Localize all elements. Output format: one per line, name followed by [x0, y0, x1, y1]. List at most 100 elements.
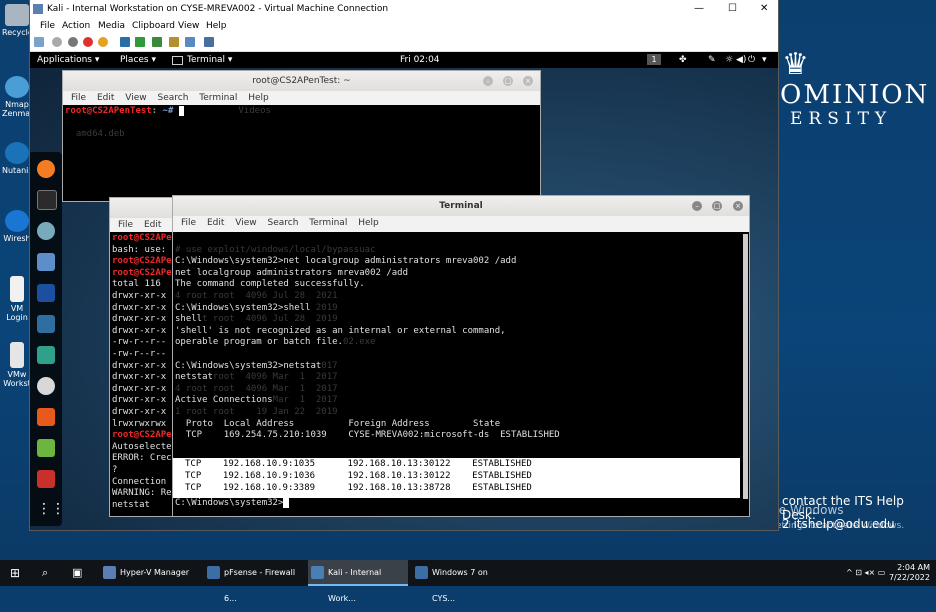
search-icon[interactable]: ⌕ [42, 560, 48, 586]
eye-icon[interactable] [37, 222, 55, 240]
menu-view[interactable]: View [235, 218, 256, 228]
maximize-button[interactable]: ☐ [728, 0, 737, 18]
workspace-indicator[interactable]: 1 [647, 54, 661, 65]
menu-help[interactable]: Help [206, 18, 227, 34]
close-button[interactable]: ✕ [760, 0, 768, 18]
shutdown-icon[interactable] [83, 37, 93, 47]
desktop-icon-nmap[interactable]: Nmap Zenmap [2, 76, 35, 118]
places-menu[interactable]: Places ▾ [120, 52, 156, 68]
menu-edit[interactable]: Edit [207, 218, 224, 228]
enhanced-session-icon[interactable] [204, 37, 214, 47]
terminal-menubar: File Edit View Search Terminal Help [63, 91, 540, 105]
terminal-window-front[interactable]: Terminal – □ × File Edit View Search Ter… [172, 195, 750, 517]
menu-file[interactable]: File [118, 220, 133, 230]
clock[interactable]: Fri 02:04 [400, 52, 440, 68]
maximize-icon[interactable]: □ [712, 201, 722, 211]
terminal-menubar: File Edit View Search Terminal Help [173, 216, 749, 230]
people-icon[interactable]: ✤ [679, 52, 687, 68]
scrollbar[interactable] [743, 234, 748, 499]
menu-search[interactable]: Search [157, 93, 188, 103]
terminal-window-back[interactable]: root@CS2APenTest: ~ – □ × File Edit View… [62, 70, 541, 202]
terminal-line: root@CS2APe [112, 233, 172, 245]
vm-titlebar[interactable]: Kali - Internal Workstation on CYSE-MREV… [30, 0, 778, 18]
taskbar-app-pfsense[interactable]: pFsense - Firewall 6... [204, 560, 304, 603]
turn-off-icon[interactable] [68, 37, 78, 47]
menu-file[interactable]: File [71, 93, 86, 103]
menu-view[interactable]: View [178, 18, 199, 34]
minimize-icon[interactable]: – [692, 201, 702, 211]
desktop-icon-vm-login[interactable]: VM Login [2, 276, 32, 322]
desktop-icon-vmware[interactable]: VMw Workst [2, 342, 32, 388]
terminal-output[interactable]: root@CS2APenTest: ~# Videos amd64.deb [63, 105, 540, 201]
menu-action[interactable]: Action [62, 18, 90, 34]
start-icon[interactable] [52, 37, 62, 47]
menu-media[interactable]: Media [98, 18, 125, 34]
folder-icon[interactable] [37, 253, 55, 271]
terminal-app-menu[interactable]: Terminal ▾ [187, 52, 232, 68]
maximize-icon[interactable]: □ [503, 76, 513, 86]
terminal-icon[interactable] [37, 190, 57, 210]
burp-icon[interactable] [37, 408, 55, 426]
ctrl-alt-del-icon[interactable] [34, 37, 44, 47]
terminal-titlebar[interactable]: root@CS2APenTest: ~ – □ × [63, 71, 540, 91]
line-text: netstat [112, 499, 150, 510]
menu-help[interactable]: Help [358, 218, 379, 228]
pause-icon[interactable] [120, 37, 130, 47]
wave-icon[interactable] [37, 315, 55, 333]
resume-icon[interactable] [135, 37, 145, 47]
menu-view[interactable]: View [125, 93, 146, 103]
anime-face-icon[interactable] [37, 346, 55, 364]
menu-help[interactable]: Help [248, 93, 269, 103]
prompt-user: root@CS2APe [112, 267, 172, 278]
menu-edit[interactable]: Edit [144, 220, 161, 230]
revert-icon[interactable] [185, 37, 195, 47]
taskbar-app-kali[interactable]: Kali - Internal Work... [308, 560, 408, 603]
menu-edit[interactable]: Edit [97, 93, 114, 103]
close-icon[interactable]: × [523, 76, 533, 86]
volume-icon[interactable]: ◀) [736, 52, 746, 68]
task-view-icon[interactable]: ▣ [72, 560, 82, 586]
desktop-icon-nutanix[interactable]: Nutanix [2, 142, 33, 175]
power-icon[interactable]: ⏻ [748, 52, 755, 68]
metasploit-icon[interactable] [37, 284, 55, 302]
menu-search[interactable]: Search [267, 218, 298, 228]
menu-terminal[interactable]: Terminal [199, 93, 237, 103]
applications-menu[interactable]: Applications ▾ [37, 52, 99, 68]
system-tray[interactable]: ^ ⊡ ◂× ▭ [846, 560, 885, 586]
terminal-titlebar[interactable]: Terminal – □ × [173, 196, 749, 216]
firefox-icon[interactable] [37, 160, 55, 178]
close-icon[interactable]: × [733, 201, 743, 211]
accessibility-icon[interactable]: ☼ [725, 52, 733, 68]
line-text: total 116 [112, 279, 161, 290]
taskbar-app-hyperv[interactable]: Hyper-V Manager [100, 560, 200, 586]
menu-clipboard[interactable]: Clipboard [132, 18, 175, 34]
checkpoint-icon[interactable] [169, 37, 179, 47]
recorder-icon[interactable] [37, 470, 55, 488]
pen-icon[interactable]: ✎ [708, 52, 716, 68]
minimize-icon[interactable]: – [483, 76, 493, 86]
menu-terminal[interactable]: Terminal [309, 218, 347, 228]
menu-file[interactable]: File [181, 218, 196, 228]
reset-icon[interactable] [152, 37, 162, 47]
terminal-line: The command completed successfully. [175, 279, 365, 291]
terminal-line: drwxr-xr-x [112, 395, 166, 407]
taskbar-clock[interactable]: 2:04 AM 7/22/2022 [889, 563, 930, 583]
line-text: WARNING: Re [112, 488, 172, 499]
minimize-button[interactable]: — [694, 0, 704, 18]
terminal-output[interactable]: 1 root root 19 Jan 22 2019 4 root root 40… [173, 232, 749, 516]
windows-start-icon[interactable]: ⊞ [10, 560, 20, 586]
line-text: bash: use: [112, 244, 167, 255]
menu-file[interactable]: File [40, 18, 55, 34]
chess-icon[interactable] [37, 377, 55, 395]
terminal-line: Proto Local Address Foreign Address Stat… [175, 418, 501, 431]
terminal-line: C:\Windows\system32>shell [175, 302, 311, 315]
taskbar-app-windows7[interactable]: Windows 7 on CYS... [412, 560, 512, 603]
save-state-icon[interactable] [98, 37, 108, 47]
show-apps-icon[interactable]: ⋮⋮ [37, 501, 65, 519]
notes-icon[interactable] [37, 439, 55, 457]
desktop-icon-recycle-bin[interactable]: Recycle [2, 4, 33, 37]
desktop-icon-wireshark[interactable]: Wiresh [2, 210, 32, 243]
windows-taskbar: ⊞ ⌕ ▣ Hyper-V Manager pFsense - Firewall… [0, 560, 936, 603]
chevron-down-icon[interactable]: ▾ [762, 52, 767, 68]
desktop-icon-label: Wiresh [3, 234, 31, 243]
